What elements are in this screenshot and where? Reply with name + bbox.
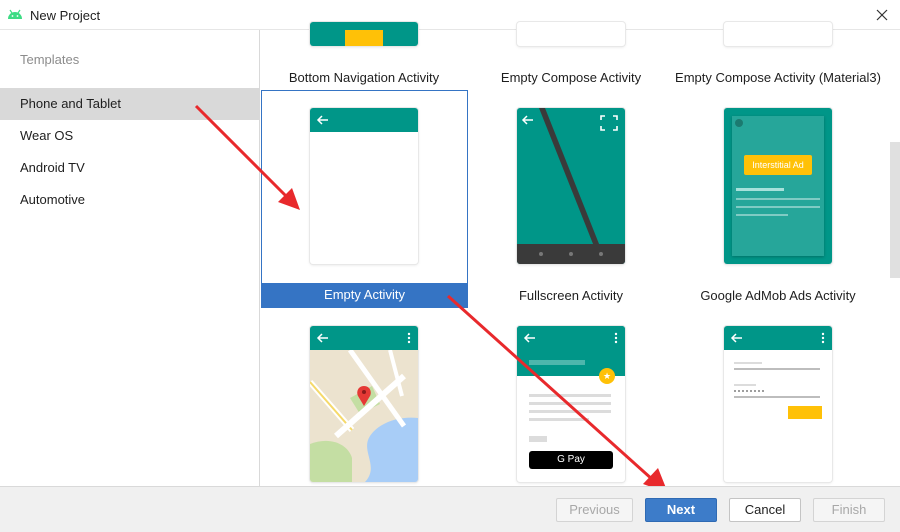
close-icon [876, 9, 888, 21]
cancel-button[interactable]: Cancel [729, 498, 801, 522]
template-label: Empty Compose Activity (Material3) [675, 70, 881, 85]
sidebar-item-wear-os[interactable]: Wear OS [0, 120, 260, 152]
sidebar-heading: Templates [20, 52, 80, 67]
previous-button[interactable]: Previous [556, 498, 633, 522]
interstitial-ad-badge: Interstitial Ad [744, 155, 812, 175]
app-bar [310, 326, 418, 350]
back-arrow-icon [730, 333, 742, 343]
template-label: Bottom Navigation Activity [288, 70, 440, 85]
template-preview [724, 22, 832, 46]
more-vert-icon [614, 332, 618, 344]
close-button[interactable] [870, 3, 894, 27]
back-arrow-icon [316, 115, 328, 125]
window-title: New Project [30, 8, 101, 23]
template-label: Fullscreen Activity [518, 288, 624, 303]
fullscreen-preview-art [517, 108, 625, 264]
back-arrow-icon [523, 333, 535, 343]
android-icon [8, 9, 22, 19]
more-vert-icon [821, 332, 825, 344]
sidebar-item-automotive[interactable]: Automotive [0, 184, 260, 216]
template-preview-empty-activity [310, 108, 418, 264]
gallery-scrollbar-thumb[interactable] [890, 142, 900, 278]
template-preview: Interstitial Ad [724, 108, 832, 264]
dialog-footer: Previous Next Cancel Finish [0, 486, 900, 532]
template-preview: ★ G Pay [517, 326, 625, 482]
finish-button[interactable]: Finish [813, 498, 885, 522]
app-bar [310, 108, 418, 132]
template-preview [517, 22, 625, 46]
more-vert-icon [407, 332, 411, 344]
template-preview [310, 22, 418, 46]
next-button[interactable]: Next [645, 498, 717, 522]
template-label: Google AdMob Ads Activity [700, 288, 856, 303]
template-preview [517, 108, 625, 264]
sidebar-item-android-tv[interactable]: Android TV [0, 152, 260, 184]
back-arrow-icon [316, 333, 328, 343]
templates-sidebar: Templates Phone and Tablet Wear OS Andro… [0, 30, 260, 486]
template-label-selected[interactable]: Empty Activity [262, 283, 467, 307]
app-bar [517, 326, 625, 350]
template-label: Empty Compose Activity [500, 70, 642, 85]
google-pay-button: G Pay [529, 451, 613, 469]
app-bar [724, 326, 832, 350]
sidebar-item-phone-and-tablet[interactable]: Phone and Tablet [0, 88, 260, 120]
template-preview [310, 326, 418, 482]
star-icon: ★ [599, 368, 615, 384]
template-preview [724, 326, 832, 482]
